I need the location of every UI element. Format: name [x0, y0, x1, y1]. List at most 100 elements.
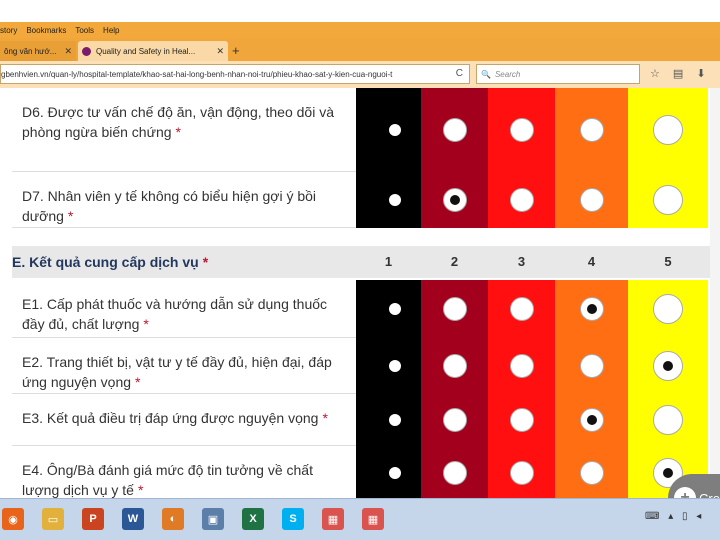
- radio-e1-option-3[interactable]: [509, 297, 534, 321]
- navigation-bar: gbenhvien.vn/quan-ly/hospital-template/k…: [0, 61, 720, 88]
- radio-e4-option-3[interactable]: [509, 461, 534, 485]
- scrollbar[interactable]: [710, 88, 720, 498]
- question-label: E1. Cấp phát thuốc và hướng dẫn sử dụng …: [22, 296, 328, 332]
- scale-label-2: 2: [450, 254, 459, 269]
- scale-label-5: 5: [664, 254, 672, 269]
- radio-e4-option-2[interactable]: [442, 461, 467, 485]
- tab-bar: ông văn hướ... ✕ Quality and Safety in H…: [0, 38, 720, 61]
- network-icon[interactable]: ▦: [322, 508, 344, 530]
- app-icon[interactable]: ◐: [162, 508, 184, 530]
- question-label: E3. Kết quả điều trị đáp ứng được nguyện…: [22, 410, 319, 426]
- radio-d7-option-3[interactable]: [509, 188, 534, 212]
- question-label: E4. Ông/Bà đánh giá mức độ tin tưởng về …: [22, 462, 313, 498]
- question-text: D7. Nhân viên y tế không có biểu hiện gợ…: [22, 186, 348, 226]
- tab-label: ông văn hướ...: [4, 46, 57, 56]
- system-tray: ⌨ ▴ ▯ ◂: [645, 511, 705, 522]
- question-text: E4. Ông/Bà đánh giá mức độ tin tưởng về …: [22, 460, 348, 498]
- radio-e2-option-5[interactable]: [653, 351, 683, 381]
- section-title-text: E. Kết quả cung cấp dịch vụ: [12, 254, 199, 270]
- radio-d7-option-2[interactable]: [442, 188, 467, 212]
- tab-quality-safety[interactable]: Quality and Safety in Heal... ✕: [78, 41, 228, 61]
- menu-help[interactable]: Help: [103, 26, 119, 35]
- firefox-icon[interactable]: ◉: [2, 508, 24, 530]
- question-text: D6. Được tư vấn chế độ ăn, vận động, the…: [22, 102, 348, 142]
- question-label: E2. Trang thiết bị, vật tư y tế đầy đủ, …: [22, 354, 332, 390]
- required-asterisk: *: [137, 482, 144, 498]
- search-icon: 🔍: [481, 69, 491, 79]
- search-placeholder: Search: [494, 69, 521, 79]
- required-asterisk: *: [322, 410, 328, 426]
- radio-d6-option-4[interactable]: [579, 118, 604, 142]
- tab-label: Quality and Safety in Heal...: [96, 46, 196, 56]
- window-icon[interactable]: ▣: [202, 508, 224, 530]
- scale-column-1: [356, 280, 421, 498]
- tab-van-huong[interactable]: ông văn hướ... ✕: [0, 41, 76, 61]
- question-row-e2: E2. Trang thiết bị, vật tư y tế đầy đủ, …: [12, 338, 356, 394]
- question-text: E2. Trang thiết bị, vật tư y tế đầy đủ, …: [22, 352, 348, 392]
- excel-icon[interactable]: X: [242, 508, 264, 530]
- network2-icon[interactable]: ▦: [362, 508, 384, 530]
- menu-bar: story Bookmarks Tools Help: [0, 22, 720, 38]
- radio-e3-option-4[interactable]: [579, 408, 604, 432]
- skype-icon[interactable]: S: [282, 508, 304, 530]
- word-icon[interactable]: W: [122, 508, 144, 530]
- radio-e1-option-5[interactable]: [653, 294, 683, 324]
- close-icon[interactable]: ✕: [216, 46, 224, 57]
- radio-e2-option-3[interactable]: [509, 354, 534, 378]
- radio-d7-option-4[interactable]: [579, 188, 604, 212]
- taskbar: ◉ ▭ P W ◐ ▣ X S ▦ ▦ ⌨ ▴ ▯ ◂: [0, 498, 720, 540]
- folder-icon[interactable]: ▭: [42, 508, 64, 530]
- screen-top-margin: [0, 0, 720, 22]
- radio-e1-option-2[interactable]: [442, 297, 467, 321]
- question-row-e1: E1. Cấp phát thuốc và hướng dẫn sử dụng …: [12, 280, 356, 338]
- menu-bookmarks[interactable]: Bookmarks: [26, 26, 66, 35]
- toolbar-icons[interactable]: ☆ ▤ ⬇: [650, 67, 711, 80]
- search-input[interactable]: 🔍 Search: [476, 64, 640, 84]
- radio-d6-option-1[interactable]: [388, 124, 401, 136]
- question-row-d7: D7. Nhân viên y tế không có biểu hiện gợ…: [12, 172, 356, 228]
- section-e-header: E. Kết quả cung cấp dịch vụ * 1 2 3 4 5: [12, 246, 710, 278]
- powerpoint-icon[interactable]: P: [82, 508, 104, 530]
- survey-content: D6. Được tư vấn chế độ ăn, vận động, the…: [0, 88, 720, 498]
- new-tab-icon[interactable]: +: [232, 43, 240, 58]
- required-asterisk: *: [135, 374, 141, 390]
- question-label: D7. Nhân viên y tế không có biểu hiện gợ…: [22, 188, 317, 224]
- radio-e3-option-3[interactable]: [509, 408, 534, 432]
- question-row-e3: E3. Kết quả điều trị đáp ứng được nguyện…: [12, 394, 356, 446]
- scale-label-3: 3: [517, 254, 526, 269]
- menu-history[interactable]: story: [0, 26, 17, 35]
- close-icon[interactable]: ✕: [64, 46, 72, 57]
- radio-d6-option-2[interactable]: [442, 118, 467, 142]
- scale-column-1: [356, 88, 421, 228]
- radio-e2-option-1[interactable]: [388, 360, 401, 372]
- required-asterisk: *: [202, 254, 209, 270]
- radio-e2-option-2[interactable]: [442, 354, 467, 378]
- radio-e3-option-1[interactable]: [388, 414, 401, 426]
- question-row-e4: E4. Ông/Bà đánh giá mức độ tin tưởng về …: [12, 446, 356, 498]
- required-asterisk: *: [143, 316, 149, 332]
- radio-d7-option-1[interactable]: [388, 194, 401, 206]
- required-asterisk: *: [175, 124, 181, 140]
- section-title: E. Kết quả cung cấp dịch vụ *: [12, 254, 208, 270]
- scale-label-1: 1: [384, 254, 393, 269]
- required-asterisk: *: [67, 208, 74, 224]
- browser-window: story Bookmarks Tools Help ông văn hướ..…: [0, 22, 720, 540]
- radio-e2-option-4[interactable]: [579, 354, 604, 378]
- radio-e3-option-2[interactable]: [442, 408, 467, 432]
- reload-icon[interactable]: C: [456, 68, 463, 79]
- radio-e1-option-4[interactable]: [579, 297, 604, 321]
- question-text: E3. Kết quả điều trị đáp ứng được nguyện…: [22, 408, 348, 428]
- radio-d7-option-5[interactable]: [653, 185, 683, 215]
- question-row-d6: D6. Được tư vấn chế độ ăn, vận động, the…: [12, 88, 356, 172]
- radio-e4-option-1[interactable]: [388, 467, 401, 479]
- address-bar[interactable]: gbenhvien.vn/quan-ly/hospital-template/k…: [0, 64, 470, 84]
- site-favicon-icon: [82, 46, 91, 56]
- radio-e3-option-5[interactable]: [653, 405, 683, 435]
- menu-tools[interactable]: Tools: [75, 26, 94, 35]
- scale-label-4: 4: [587, 254, 596, 269]
- radio-e4-option-4[interactable]: [579, 461, 604, 485]
- radio-d6-option-5[interactable]: [653, 115, 683, 145]
- radio-e1-option-1[interactable]: [388, 303, 401, 315]
- url-text: gbenhvien.vn/quan-ly/hospital-template/k…: [1, 69, 393, 79]
- radio-d6-option-3[interactable]: [509, 118, 534, 142]
